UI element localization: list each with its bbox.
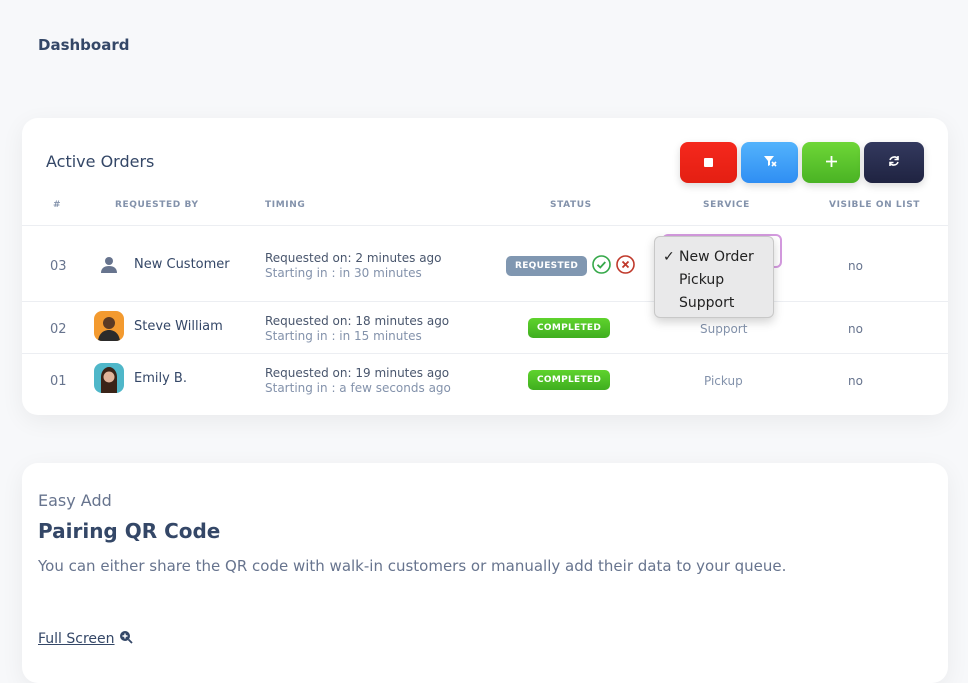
refresh-icon	[888, 155, 900, 171]
service-option-pickup[interactable]: Pickup	[655, 269, 773, 292]
filter-clear-icon	[763, 155, 777, 171]
requested-on: Requested on: 19 minutes ago	[265, 366, 450, 380]
add-button[interactable]	[802, 142, 860, 183]
col-header-service: SERVICE	[703, 200, 750, 210]
full-screen-link[interactable]: Full Screen	[38, 630, 133, 648]
approve-icon[interactable]	[592, 255, 611, 277]
filter-button[interactable]	[741, 142, 798, 183]
avatar	[94, 363, 124, 393]
check-icon: ✓	[663, 249, 675, 265]
stop-button[interactable]	[680, 142, 737, 183]
status-cell: COMPLETED	[528, 370, 611, 390]
service-option-support[interactable]: Support	[655, 292, 773, 315]
visible-on-list: no	[848, 374, 863, 388]
section-eyebrow: Easy Add	[38, 491, 112, 510]
qr-title: Pairing QR Code	[38, 519, 221, 543]
card-title: Active Orders	[46, 152, 155, 171]
stop-icon	[704, 155, 713, 171]
zoom-in-icon	[119, 630, 133, 648]
col-header-requested-by: REQUESTED BY	[115, 200, 199, 210]
order-number: 03	[50, 259, 67, 274]
qr-card: Easy Add Pairing QR Code You can either …	[22, 463, 948, 683]
service: Support	[700, 322, 748, 336]
plus-icon	[825, 155, 837, 171]
reject-icon[interactable]	[616, 255, 635, 277]
requested-by: Steve William	[94, 311, 223, 341]
status-cell: COMPLETED	[528, 318, 611, 338]
col-header-timing: TIMING	[265, 200, 306, 210]
requested-on: Requested on: 2 minutes ago	[265, 251, 442, 265]
order-number: 01	[50, 374, 67, 389]
page-title: Dashboard	[38, 36, 130, 54]
requested-on: Requested on: 18 minutes ago	[265, 314, 450, 328]
customer-name: Emily B.	[134, 370, 187, 386]
customer-name: New Customer	[134, 256, 230, 272]
status-badge: COMPLETED	[528, 318, 611, 338]
timing: Requested on: 2 minutes ago Starting in …	[265, 251, 442, 281]
table-row[interactable]: 02 Steve William Requested on: 18 minute…	[22, 301, 948, 354]
customer-name: Steve William	[134, 318, 223, 334]
order-number: 02	[50, 322, 67, 337]
active-orders-card: Active Orders # REQUESTED BY TIMING STAT…	[22, 118, 948, 415]
service: Pickup	[704, 374, 743, 388]
timing: Requested on: 18 minutes ago Starting in…	[265, 314, 449, 344]
person-icon	[94, 249, 124, 279]
service-option-new-order[interactable]: ✓ New Order	[655, 246, 773, 269]
refresh-button[interactable]	[864, 142, 924, 183]
col-header-visible: VISIBLE ON LIST	[829, 200, 921, 210]
starting-in: Starting in : in 30 minutes	[265, 266, 422, 280]
table-row[interactable]: 01 Emily B. Requested on: 19 minutes ago…	[22, 353, 948, 416]
col-header-number: #	[53, 200, 62, 210]
requested-by: Emily B.	[94, 363, 187, 393]
starting-in: Starting in : in 15 minutes	[265, 329, 422, 343]
orders-toolbar	[680, 142, 924, 183]
starting-in: Starting in : a few seconds ago	[265, 381, 451, 395]
col-header-status: STATUS	[550, 200, 592, 210]
table-row[interactable]: 03 New Customer Requested on: 2 minutes …	[22, 225, 948, 302]
visible-on-list: no	[848, 259, 863, 273]
status-badge: COMPLETED	[528, 370, 611, 390]
avatar	[94, 311, 124, 341]
timing: Requested on: 19 minutes ago Starting in…	[265, 366, 451, 396]
requested-by: New Customer	[94, 249, 230, 279]
qr-description: You can either share the QR code with wa…	[38, 557, 787, 575]
status-cell: REQUESTED	[506, 255, 635, 277]
service-dropdown-menu: ✓ New Order Pickup Support	[654, 236, 774, 318]
visible-on-list: no	[848, 322, 863, 336]
status-badge: REQUESTED	[506, 256, 588, 276]
